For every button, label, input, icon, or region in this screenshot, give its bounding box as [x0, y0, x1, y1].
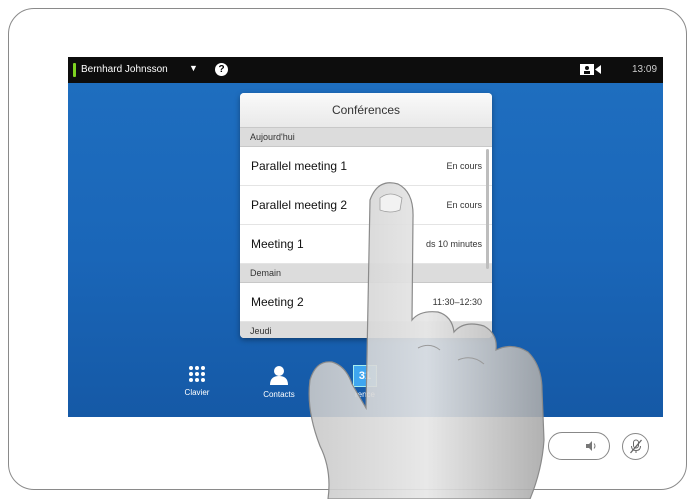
- dock-item-label: Contacts: [263, 390, 295, 399]
- availability-indicator: [73, 63, 76, 77]
- conferences-panel: Conférences Aujourd'hui Parallel meeting…: [240, 93, 492, 338]
- clock: 13:09: [632, 64, 658, 75]
- meeting-title: Parallel meeting 1: [251, 159, 348, 173]
- touch-panel-device: Bernhard Johnsson ▼ ? 13:09 Conférences …: [8, 8, 687, 490]
- meeting-title: Meeting 1: [251, 237, 304, 251]
- bottom-dock: Clavier Contacts 31 rence: [68, 353, 663, 417]
- top-status-bar: Bernhard Johnsson ▼ ? 13:09: [68, 57, 663, 83]
- user-name[interactable]: Bernhard Johnsson: [81, 64, 168, 75]
- microphone-muted-icon: [630, 439, 642, 454]
- microphone-mute-button[interactable]: [622, 433, 649, 460]
- calendar-icon: 31: [353, 365, 377, 387]
- list-scrollbar[interactable]: [486, 149, 489, 269]
- volume-control[interactable]: [548, 432, 610, 460]
- meeting-row[interactable]: Meeting 2 11:30–12:30: [240, 283, 492, 322]
- meeting-status: En cours: [446, 161, 482, 171]
- meeting-row[interactable]: Parallel meeting 1 En cours: [240, 147, 492, 186]
- section-header-today: Aujourd'hui: [240, 128, 492, 147]
- touch-screen: Bernhard Johnsson ▼ ? 13:09 Conférences …: [68, 57, 663, 417]
- meeting-row[interactable]: Meeting 1 ds 10 minutes: [240, 225, 492, 264]
- meeting-title: Meeting 2: [251, 295, 304, 309]
- camera-icon[interactable]: [580, 63, 602, 76]
- meeting-status: En cours: [446, 200, 482, 210]
- dock-item-contacts[interactable]: Contacts: [239, 365, 319, 399]
- section-header-thursday: Jeudi: [240, 322, 492, 338]
- dock-item-label: Clavier: [184, 388, 210, 397]
- speaker-icon: [586, 441, 596, 451]
- person-icon: [270, 366, 288, 385]
- help-icon[interactable]: ?: [215, 63, 228, 76]
- dock-item-conferences[interactable]: 31 rence: [325, 365, 405, 399]
- keypad-icon: [189, 366, 205, 382]
- meeting-status: 11:30–12:30: [432, 297, 482, 307]
- user-menu-chevron-icon[interactable]: ▼: [189, 63, 198, 73]
- dock-item-keypad[interactable]: Clavier: [157, 365, 237, 397]
- meeting-row[interactable]: Parallel meeting 2 En cours: [240, 186, 492, 225]
- meeting-status: ds 10 minutes: [425, 239, 482, 249]
- dock-item-label: rence: [354, 390, 375, 399]
- section-header-tomorrow: Demain: [240, 264, 492, 283]
- panel-title: Conférences: [240, 93, 492, 128]
- meeting-title: Parallel meeting 2: [251, 198, 348, 212]
